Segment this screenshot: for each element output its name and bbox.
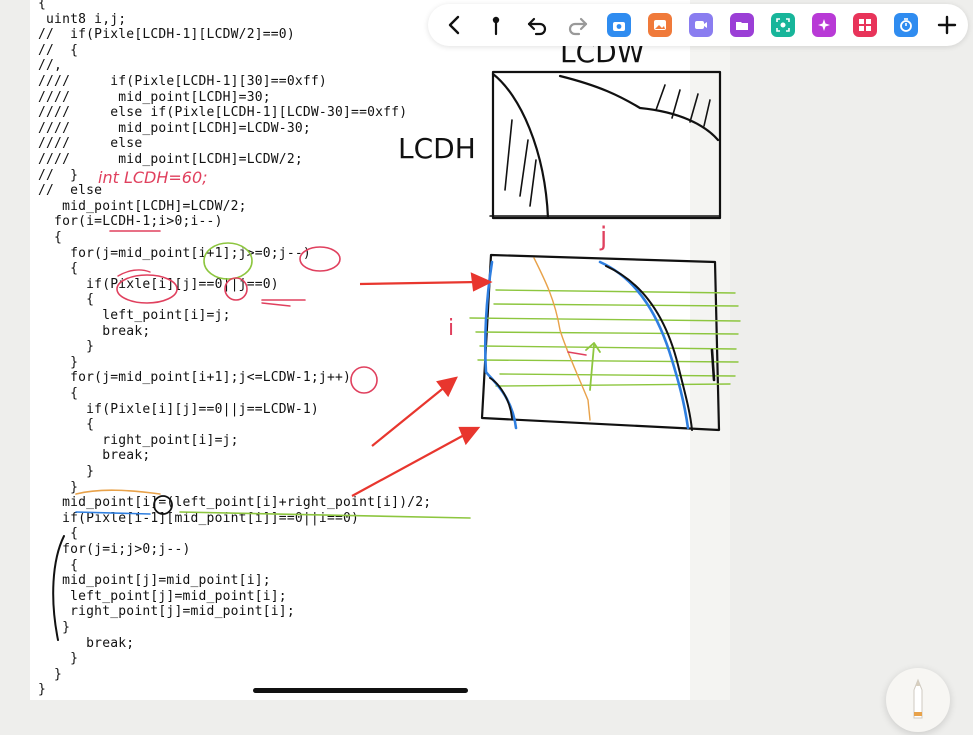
add-button[interactable]	[930, 8, 964, 42]
code-line: for(j=i;j>0;j--)	[38, 542, 191, 557]
code-line: {	[38, 526, 79, 542]
label-axis-j: j	[600, 222, 608, 252]
home-indicator[interactable]	[253, 688, 468, 693]
image-button[interactable]	[643, 8, 677, 42]
redo-icon	[568, 17, 588, 36]
camera-app-icon	[607, 13, 631, 37]
pencil-icon	[913, 678, 923, 719]
code-line: //// else	[38, 136, 143, 152]
folder-app-icon	[730, 13, 754, 37]
code-line: //,	[38, 58, 63, 74]
code-line: for(j=mid_point[i+1];j<=LCDW-1;j++)	[38, 370, 352, 386]
code-line: {	[38, 557, 79, 573]
pencil-button[interactable]	[886, 668, 950, 732]
label-int-lcdh: int LCDH=60;	[98, 168, 208, 187]
code-line: //// else if(Pixle[LCDH-1][LCDW-30]==0xf…	[38, 105, 408, 121]
code-line: }	[38, 651, 79, 667]
code-line: if(Pixle[i][j]==0||j==LCDW-1)	[38, 401, 319, 417]
undo-button[interactable]	[520, 8, 554, 42]
whiteboard-canvas[interactable]: { uint8 i,j;// if(Pixle[LCDH-1][LCDW/2]=…	[0, 0, 973, 735]
code-line: //// mid_point[LCDH]=LCDW/2;	[38, 152, 303, 167]
image-app-icon	[648, 13, 672, 37]
code-line: // {	[38, 42, 79, 58]
code-line: }	[38, 620, 71, 635]
code-line: }	[38, 666, 63, 682]
scan-app-icon	[771, 13, 795, 37]
code-line: {	[38, 417, 95, 433]
code-line: // if(Pixle[LCDH-1][LCDW/2]==0)	[38, 27, 295, 43]
code-line: mid_point[i]=(left_point[i]+right_point[…	[38, 495, 432, 511]
code-line: // }	[38, 167, 79, 183]
code-line: }	[38, 339, 95, 355]
back-button[interactable]	[438, 8, 472, 42]
code-line: {	[38, 261, 79, 277]
code-line: // else	[38, 183, 103, 199]
code-line: }	[38, 354, 79, 370]
code-line: right_point[i]=j;	[38, 432, 239, 448]
code-line: uint8 i,j;	[38, 11, 127, 27]
code-line: {	[38, 230, 63, 245]
code-line: {	[38, 386, 79, 401]
code-line: }	[38, 682, 47, 698]
code-line: if(Pixle[i][j]==0||j==0)	[38, 276, 279, 292]
code-line: //// mid_point[LCDH]=LCDW-30;	[38, 120, 311, 136]
grid-button[interactable]	[848, 8, 882, 42]
code-line: left_point[j]=mid_point[i];	[38, 588, 287, 604]
video-app-icon	[689, 13, 713, 37]
timer-app-icon	[894, 13, 918, 37]
code-line: if(Pixle[i-1][mid_point[i]]==0||i==0)	[38, 510, 360, 526]
code-line: for(i=LCDH-1;i>0;i--)	[38, 214, 223, 230]
code-line: left_point[i]=j;	[38, 308, 231, 323]
magic-button[interactable]	[807, 8, 841, 42]
pin-icon	[492, 16, 500, 36]
code-line: }	[38, 464, 95, 479]
scan-button[interactable]	[766, 8, 800, 42]
timer-button[interactable]	[889, 8, 923, 42]
code-line: break;	[38, 448, 151, 464]
code-line: mid_point[j]=mid_point[i];	[38, 573, 271, 589]
back-icon	[448, 15, 460, 35]
magic-app-icon	[812, 13, 836, 37]
code-line: }	[38, 479, 79, 495]
folder-button[interactable]	[725, 8, 759, 42]
code-line: //// if(Pixle[LCDH-1][30]==0xff)	[38, 74, 327, 89]
code-line: break;	[38, 323, 151, 339]
camera-button[interactable]	[602, 8, 636, 42]
video-button[interactable]	[684, 8, 718, 42]
code-line: right_point[j]=mid_point[i];	[38, 604, 295, 620]
grid-app-icon	[853, 13, 877, 37]
code-line: //// mid_point[LCDH]=30;	[38, 89, 271, 105]
label-lcdh: LCDH	[398, 132, 476, 165]
undo-icon	[527, 17, 547, 36]
annotation-toolbar	[428, 4, 968, 46]
code-line: mid_point[LCDH]=LCDW/2;	[38, 198, 247, 214]
code-line: {	[38, 292, 95, 308]
pin-button[interactable]	[479, 8, 513, 42]
add-icon	[937, 15, 957, 35]
code-line: for(j=mid_point[i+1];j>=0;j--)	[38, 245, 311, 261]
page-margin	[690, 0, 730, 700]
label-axis-i: i	[448, 316, 455, 341]
redo-button[interactable]	[561, 8, 595, 42]
code-line: break;	[38, 635, 135, 651]
code-line: {	[38, 0, 47, 11]
